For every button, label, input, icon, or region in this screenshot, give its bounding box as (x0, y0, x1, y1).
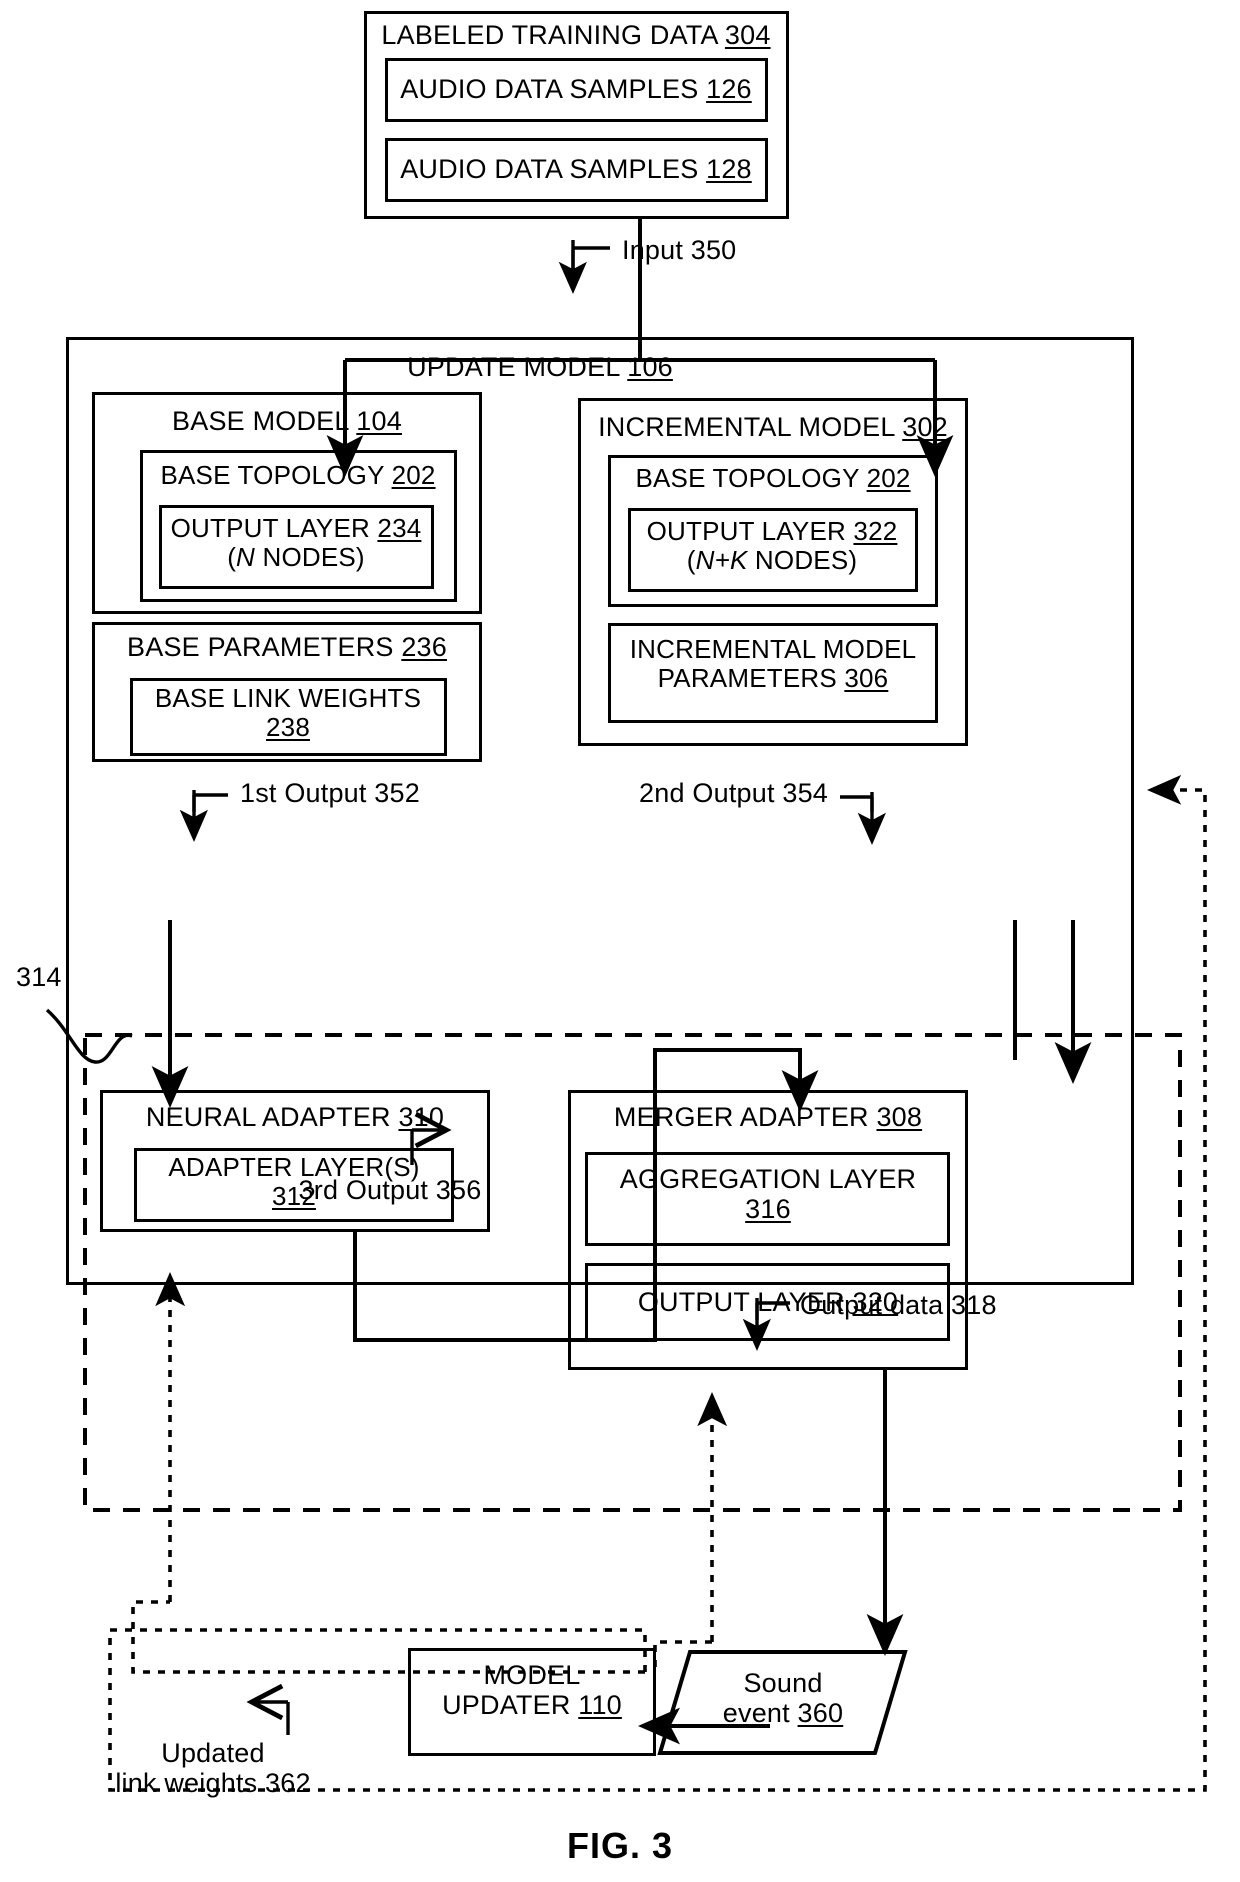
aggregation-layer-text: AGGREGATION LAYER (619, 1164, 917, 1194)
model-updater-ref: 110 (578, 1690, 622, 1721)
merger-adapter-ref: 308 (876, 1102, 923, 1132)
incremental-model-title-text: INCREMENTAL MODEL (598, 412, 895, 442)
sound-event-ref: 360 (797, 1698, 844, 1729)
incremental-params-line2: PARAMETERS (657, 663, 837, 694)
merger-adapter-title-text: MERGER ADAPTER (613, 1102, 869, 1132)
third-output-356-label: 3rd Output 356 (298, 1175, 482, 1205)
sound-event-line1: Sound (743, 1668, 823, 1698)
n-plus-k-symbol: N+K (695, 545, 748, 576)
figure-caption: FIG. 3 (566, 1825, 674, 1866)
update-model-ref: 106 (627, 352, 673, 382)
base-link-weights-text: BASE LINK WEIGHTS (154, 683, 422, 713)
audio-samples-1-ref: 128 (706, 154, 752, 184)
output-layer-322-ref: 322 (853, 516, 898, 546)
output-layer-234-text: OUTPUT LAYER (170, 513, 370, 543)
base-model-title-text: BASE MODEL (172, 406, 349, 436)
base-model-ref: 104 (356, 406, 402, 436)
base-topology-202-title: BASE TOPOLOGY 202 (160, 460, 436, 490)
aggregation-layer-label: AGGREGATION LAYER 316 (620, 1164, 916, 1224)
neural-adapter-title: NEURAL ADAPTER 310 (146, 1102, 444, 1132)
updated-weights-line1: Updated (161, 1738, 265, 1768)
second-output-354-label: 2nd Output 354 (639, 778, 828, 808)
model-updater-line1: MODEL (483, 1660, 581, 1690)
training-data-ref: 304 (724, 20, 771, 50)
input-350-label: Input 350 (622, 235, 737, 265)
incremental-model-ref: 302 (902, 412, 948, 442)
incremental-model-title: INCREMENTAL MODEL 302 (598, 412, 948, 442)
base-parameters-title-text: BASE PARAMETERS (127, 632, 394, 662)
output-layer-234-nodes: (N NODES) (227, 542, 365, 573)
base-parameters-ref: 236 (401, 632, 447, 662)
merger-adapter-title: MERGER ADAPTER 308 (614, 1102, 922, 1132)
output-layer-322-title: OUTPUT LAYER 322 (N+K NODES) (646, 516, 898, 576)
neural-adapter-title-text: NEURAL ADAPTER (145, 1102, 391, 1132)
base-parameters-title: BASE PARAMETERS 236 (127, 632, 447, 662)
base-topology-ref: 202 (391, 460, 436, 490)
incremental-topology-ref: 202 (866, 463, 911, 493)
first-output-352-label: 1st Output 352 (240, 778, 420, 808)
update-model-title: UPDATE MODEL 106 (407, 352, 673, 382)
base-link-weights-label: BASE LINK WEIGHTS 238 (154, 683, 422, 743)
incremental-params-line1: INCREMENTAL MODEL (629, 634, 917, 664)
output-layer-322-text: OUTPUT LAYER (646, 516, 846, 546)
n-symbol: N (236, 542, 256, 573)
neural-adapter-ref: 310 (398, 1102, 445, 1132)
output-layer-234-ref: 234 (377, 513, 422, 543)
audio-samples-0-text: AUDIO DATA SAMPLES (400, 74, 699, 104)
audio-samples-0-ref: 126 (706, 74, 752, 104)
incremental-params-ref: 306 (844, 663, 889, 694)
incremental-base-topology-title: BASE TOPOLOGY 202 (635, 463, 911, 493)
base-link-weights-ref: 238 (266, 712, 310, 743)
aggregation-layer-ref: 316 (745, 1194, 791, 1225)
sound-event-label: Sound event 360 (723, 1668, 843, 1728)
ref-314-label: 314 (16, 962, 62, 992)
audio-samples-1-text: AUDIO DATA SAMPLES (400, 154, 699, 184)
audio-data-samples-128-label: AUDIO DATA SAMPLES 128 (400, 154, 752, 184)
labeled-training-data-title: LABELED TRAINING DATA 304 (381, 20, 770, 50)
base-model-title: BASE MODEL 104 (172, 406, 402, 436)
output-data-318-label: Output data 318 (800, 1290, 997, 1320)
training-data-title-text: LABELED TRAINING DATA (381, 20, 718, 50)
output-layer-322-nodes: (N+K NODES) (686, 545, 858, 576)
figure-3-diagram: LABELED TRAINING DATA 304 AUDIO DATA SAM… (0, 0, 1240, 1882)
model-updater-line2: UPDATER (442, 1690, 571, 1721)
base-topology-title-text: BASE TOPOLOGY (160, 460, 385, 490)
audio-data-samples-126-label: AUDIO DATA SAMPLES 126 (400, 74, 752, 104)
update-model-title-text: UPDATE MODEL (407, 352, 620, 382)
incremental-topology-title-text: BASE TOPOLOGY (635, 463, 860, 493)
output-layer-234-title: OUTPUT LAYER 234 (N NODES) (170, 513, 422, 573)
model-updater-label: MODEL UPDATER 110 (442, 1660, 622, 1720)
incremental-model-parameters-label: INCREMENTAL MODEL PARAMETERS 306 (629, 634, 917, 694)
updated-weights-line2: link weights 362 (115, 1768, 311, 1799)
updated-link-weights-label: Updated link weights 362 (115, 1738, 310, 1798)
sound-event-line2: event (722, 1698, 790, 1729)
